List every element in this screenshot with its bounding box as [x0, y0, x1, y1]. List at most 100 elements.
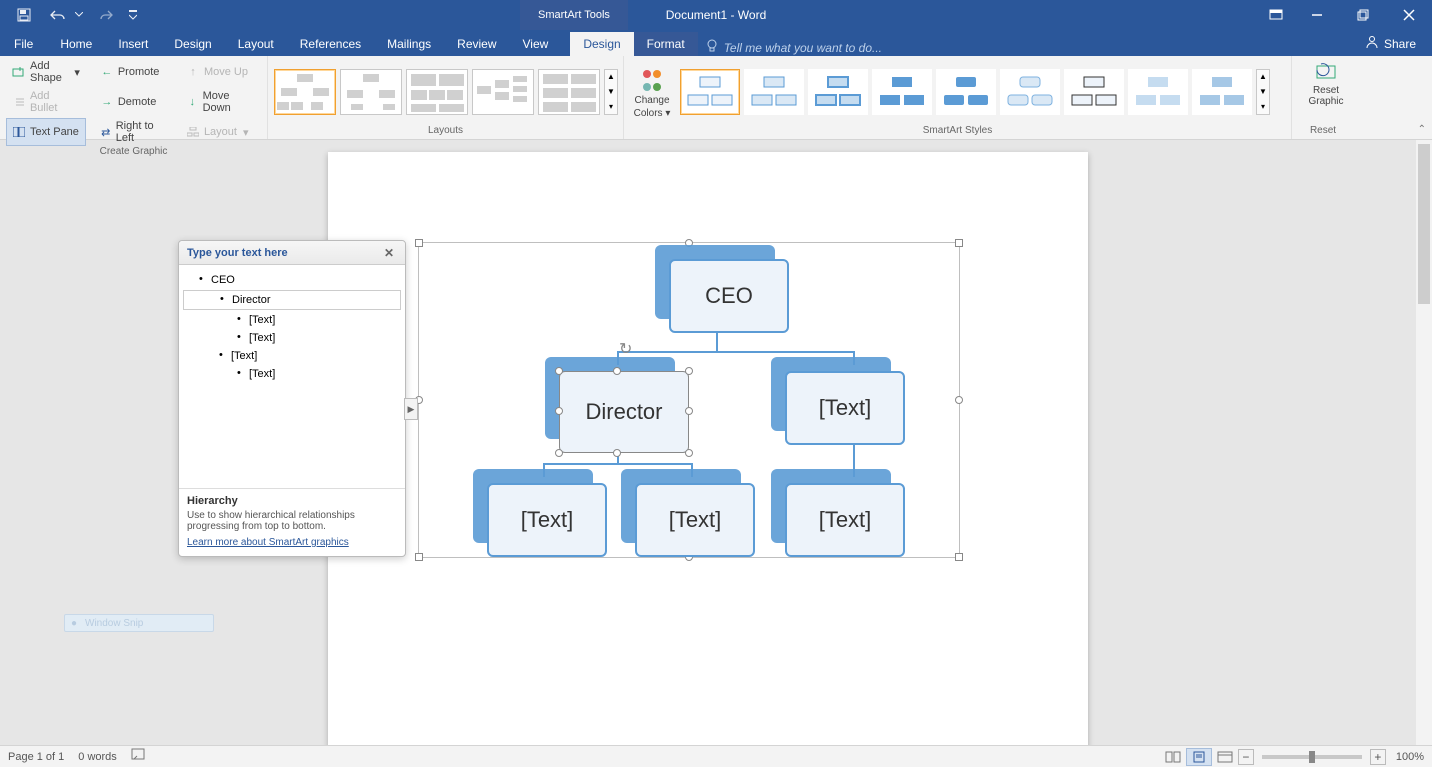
style-thumb-8[interactable] [1128, 69, 1188, 115]
tab-design-doc[interactable]: Design [161, 32, 224, 56]
tab-review[interactable]: Review [444, 32, 509, 56]
node-bottom-right[interactable]: [Text] [771, 469, 905, 557]
node-director[interactable]: Director [545, 357, 689, 453]
tab-view[interactable]: View [510, 32, 562, 56]
tab-mailings[interactable]: Mailings [374, 32, 444, 56]
style-thumb-3[interactable] [808, 69, 868, 115]
tp-item[interactable]: [Text] [183, 329, 401, 347]
text-pane-close-icon[interactable]: ✕ [381, 245, 397, 261]
style-thumb-7[interactable] [1064, 69, 1124, 115]
node-ceo[interactable]: CEO [655, 245, 789, 333]
style-thumb-9[interactable] [1192, 69, 1252, 115]
tab-smartart-format[interactable]: Format [634, 32, 698, 56]
layout-icon [186, 125, 200, 139]
group-label-layouts: Layouts [274, 125, 617, 139]
layout-thumb-5[interactable] [538, 69, 600, 115]
spell-check-icon[interactable] [131, 748, 147, 765]
text-pane-toggle-icon[interactable]: ▶ [404, 398, 418, 420]
text-pane-header[interactable]: Type your text here ✕ [179, 241, 405, 265]
tell-me-search[interactable]: Tell me what you want to do... [706, 39, 882, 56]
redo-icon[interactable] [94, 3, 118, 27]
group-label-reset: Reset [1298, 125, 1348, 139]
ribbon: Add Shape▾ ←Promote ↑Move Up Add Bullet … [0, 56, 1432, 140]
group-smartart-styles: Change Colors ▾ ▲ ▼ ▾ SmartArt St [624, 56, 1292, 139]
gallery-down-icon[interactable]: ▼ [1257, 84, 1269, 99]
style-thumb-6[interactable] [1000, 69, 1060, 115]
scrollbar-thumb[interactable] [1418, 144, 1430, 304]
ribbon-tabs: File Home Insert Design Layout Reference… [0, 30, 1432, 56]
style-thumb-1[interactable] [680, 69, 740, 115]
add-shape-button[interactable]: Add Shape▾ [6, 58, 86, 86]
status-words[interactable]: 0 words [78, 751, 117, 763]
gallery-down-icon[interactable]: ▼ [605, 84, 617, 99]
qat-customize-icon[interactable] [128, 3, 138, 27]
chevron-down-icon: ▾ [74, 66, 80, 79]
style-thumb-4[interactable] [872, 69, 932, 115]
ribbon-display-options-icon[interactable] [1258, 0, 1294, 30]
learn-more-link[interactable]: Learn more about SmartArt graphics [187, 537, 349, 548]
tp-item[interactable]: [Text] [183, 365, 401, 383]
tab-layout[interactable]: Layout [225, 32, 287, 56]
page[interactable]: ↻ CEO Director [Text] [Text] [328, 152, 1088, 745]
tp-item[interactable]: [Text] [183, 311, 401, 329]
node-bottom-left-1[interactable]: [Text] [473, 469, 607, 557]
status-page[interactable]: Page 1 of 1 [8, 751, 64, 763]
promote-button[interactable]: ←Promote [94, 58, 172, 86]
node-right[interactable]: [Text] [771, 357, 905, 445]
add-bullet-icon [12, 95, 26, 109]
tab-insert[interactable]: Insert [105, 32, 161, 56]
zoom-percent[interactable]: 100% [1396, 751, 1424, 763]
tp-item[interactable]: [Text] [183, 347, 401, 365]
reset-graphic-icon [1315, 62, 1337, 85]
rotation-handle-icon[interactable]: ↻ [619, 339, 632, 359]
right-to-left-icon: ⇄ [100, 125, 112, 139]
view-web-layout-icon[interactable] [1212, 748, 1238, 766]
demote-button[interactable]: →Demote [94, 88, 172, 116]
view-read-mode-icon[interactable] [1160, 748, 1186, 766]
save-icon[interactable] [12, 3, 36, 27]
gallery-more-icon[interactable]: ▾ [1257, 99, 1269, 114]
layout-thumb-1[interactable] [274, 69, 336, 115]
layout-thumb-4[interactable] [472, 69, 534, 115]
close-icon[interactable] [1386, 0, 1432, 30]
gallery-up-icon[interactable]: ▲ [605, 70, 617, 85]
layout-thumb-3[interactable] [406, 69, 468, 115]
add-bullet-button[interactable]: Add Bullet [6, 88, 86, 116]
move-up-button[interactable]: ↑Move Up [180, 58, 261, 86]
tp-item[interactable]: Director [183, 290, 401, 310]
node-bottom-left-2[interactable]: [Text] [621, 469, 755, 557]
undo-dropdown-icon[interactable] [74, 3, 84, 27]
zoom-out-button[interactable]: − [1238, 749, 1254, 765]
tab-file[interactable]: File [0, 32, 47, 56]
text-pane[interactable]: Type your text here ✕ CEO Director [Text… [178, 240, 406, 557]
move-down-icon: ↓ [186, 95, 199, 109]
zoom-in-button[interactable]: + [1370, 749, 1386, 765]
maximize-icon[interactable] [1340, 0, 1386, 30]
share-label: Share [1384, 37, 1416, 51]
tab-smartart-design[interactable]: Design [570, 32, 633, 56]
tp-item[interactable]: CEO [183, 271, 401, 289]
zoom-slider[interactable] [1262, 755, 1362, 759]
collapse-ribbon-icon[interactable]: ⌃ [1418, 124, 1426, 135]
view-print-layout-icon[interactable] [1186, 748, 1212, 766]
group-layouts: ▲ ▼ ▾ Layouts [268, 56, 624, 139]
tell-me-placeholder: Tell me what you want to do... [724, 41, 882, 55]
layouts-gallery: ▲ ▼ ▾ [274, 69, 618, 115]
style-thumb-5[interactable] [936, 69, 996, 115]
change-colors-button[interactable]: Change Colors ▾ [630, 65, 674, 119]
vertical-scrollbar[interactable] [1416, 140, 1432, 745]
minimize-icon[interactable] [1294, 0, 1340, 30]
group-label-smartart-styles: SmartArt Styles [630, 125, 1285, 139]
gallery-more-icon[interactable]: ▾ [605, 99, 617, 114]
lightbulb-icon [706, 39, 718, 56]
smartart-selection-box[interactable]: ↻ CEO Director [Text] [Text] [418, 242, 960, 558]
tab-home[interactable]: Home [47, 32, 105, 56]
share-button[interactable]: Share [1357, 31, 1424, 56]
undo-icon[interactable] [46, 3, 70, 27]
style-thumb-2[interactable] [744, 69, 804, 115]
reset-graphic-button[interactable]: Reset Graphic [1298, 58, 1354, 107]
gallery-up-icon[interactable]: ▲ [1257, 70, 1269, 85]
layout-thumb-2[interactable] [340, 69, 402, 115]
tab-references[interactable]: References [287, 32, 374, 56]
move-down-button[interactable]: ↓Move Down [180, 88, 261, 116]
